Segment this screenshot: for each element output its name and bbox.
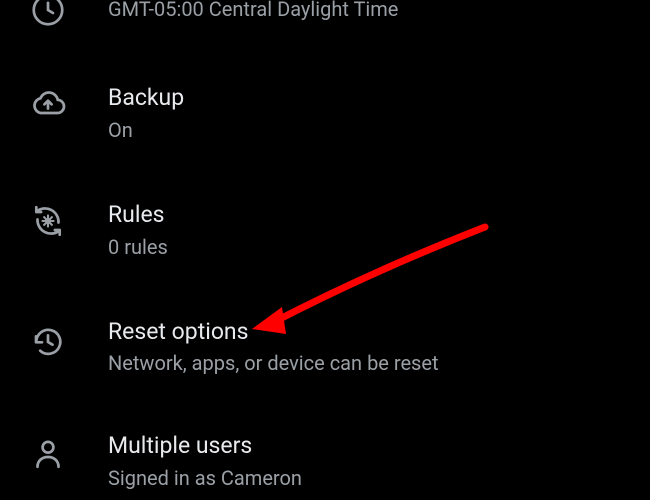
history-reset-icon (30, 324, 66, 360)
settings-item-subtitle: 0 rules (108, 234, 650, 260)
person-icon (30, 436, 66, 472)
settings-item-title: Backup (108, 84, 650, 113)
settings-item-subtitle: On (108, 117, 650, 143)
settings-item-multiple-users[interactable]: Multiple users Signed in as Cameron (0, 432, 650, 491)
settings-list: GMT-05:00 Central Daylight Time Backup O… (0, 0, 650, 491)
settings-item-datetime[interactable]: GMT-05:00 Central Daylight Time (0, 0, 650, 28)
settings-item-subtitle: Signed in as Cameron (108, 465, 650, 491)
settings-item-title: Rules (108, 201, 650, 230)
clock-icon (30, 0, 66, 28)
settings-item-title: Multiple users (108, 432, 650, 461)
settings-item-subtitle: GMT-05:00 Central Daylight Time (108, 0, 650, 22)
settings-item-backup[interactable]: Backup On (0, 84, 650, 143)
settings-item-subtitle: Network, apps, or device can be reset (108, 350, 650, 376)
settings-item-rules[interactable]: Rules 0 rules (0, 201, 650, 260)
cloud-upload-icon (30, 86, 66, 122)
settings-item-reset-options[interactable]: Reset options Network, apps, or device c… (0, 318, 650, 377)
settings-item-title: Reset options (108, 318, 650, 347)
rules-icon (30, 203, 66, 239)
